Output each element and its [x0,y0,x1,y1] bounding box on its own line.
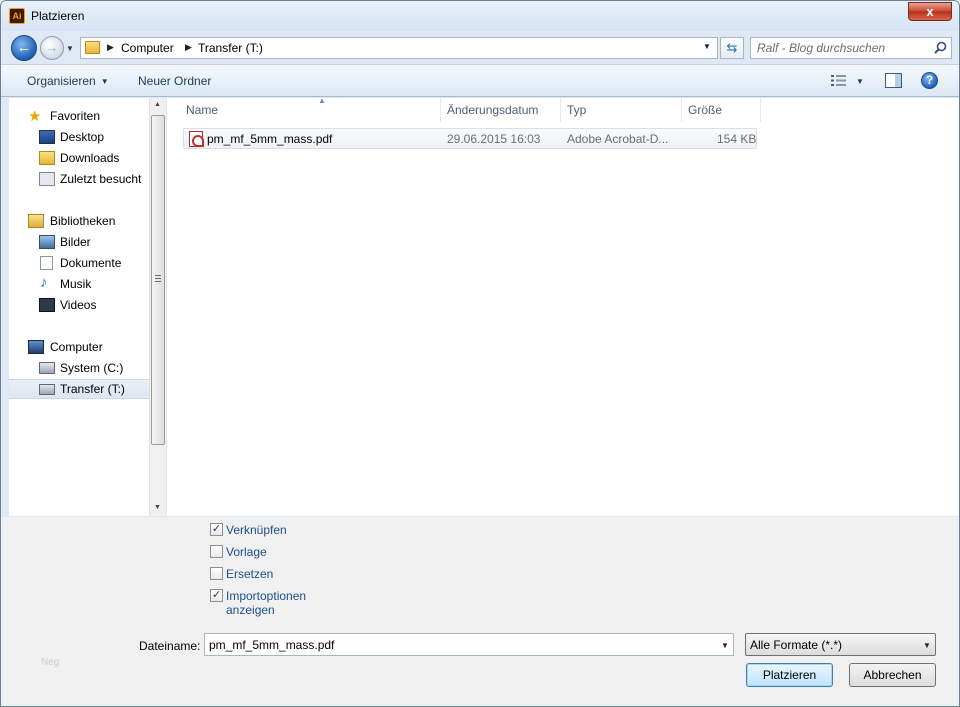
search-input[interactable] [757,40,927,56]
chevron-down-icon[interactable]: ▼ [856,77,864,86]
filename-label: Dateiname: [139,639,201,653]
grip-icon [155,275,161,282]
breadcrumb-computer[interactable]: Computer [121,41,174,55]
help-icon[interactable]: ? [921,72,938,89]
checkbox-icon[interactable] [210,545,223,558]
checkbox-icon[interactable] [210,567,223,580]
views-icon[interactable] [831,74,847,87]
arrow-left-icon: ← [16,39,32,56]
refresh-icon: ⇆ [726,40,738,55]
options-area: ✓ Verknüpfen Vorlage Ersetzen ✓ Importop… [1,517,959,706]
navigation-scrollbar[interactable]: ▲ ▼ [149,98,166,516]
recent-pages-dropdown[interactable]: ▼ [66,44,74,53]
network-drive-icon [39,384,55,395]
computer-icon [28,340,44,354]
sidebar-item-favorites[interactable]: ★ Favoriten [9,106,149,126]
file-modified: 29.06.2015 16:03 [447,132,541,146]
scroll-down-icon[interactable]: ▼ [154,504,161,511]
organize-menu[interactable]: Organisieren ▼ [27,74,109,88]
chevron-down-icon[interactable]: ▼ [703,42,711,51]
folder-icon [85,41,100,54]
chevron-down-icon: ▼ [66,44,74,53]
sidebar-item-recent[interactable]: Zuletzt besucht [9,169,149,189]
close-button[interactable]: x [908,2,952,21]
chevron-down-icon[interactable]: ▼ [721,641,729,650]
file-row[interactable]: pm_mf_5mm_mass.pdf 29.06.2015 16:03 Adob… [183,128,757,149]
drive-icon [39,362,55,374]
filename-input[interactable] [209,637,709,653]
desktop-icon [39,130,55,144]
file-name: pm_mf_5mm_mass.pdf [207,132,333,146]
file-type-select[interactable]: Alle Formate (*.*) ▼ [745,633,936,656]
documents-icon [40,256,53,270]
sidebar-item-libraries[interactable]: Bibliotheken [9,211,149,231]
file-type: Adobe Acrobat-D... [567,132,669,146]
libraries-icon [28,214,44,228]
sidebar-item-desktop[interactable]: Desktop [9,127,149,147]
scroll-up-icon[interactable]: ▲ [154,101,161,108]
search-icon[interactable] [934,41,947,54]
chevron-down-icon: ▼ [100,77,109,86]
chevron-down-icon: ▼ [923,641,931,650]
breadcrumb-arrow-icon[interactable]: ▶ [107,42,114,53]
forward-button[interactable]: → [40,36,64,60]
file-list: ▲ Name Änderungsdatum Typ Größe pm_mf_5m… [167,96,959,516]
illustrator-app-icon: Ai [9,8,25,24]
title-bar: Ai Platzieren x [1,1,959,31]
sidebar-item-downloads[interactable]: Downloads [9,148,149,168]
column-divider[interactable] [760,98,761,122]
back-button[interactable]: ← [11,35,37,61]
pictures-icon [39,235,55,249]
filename-combobox[interactable]: ▼ [204,633,734,656]
arrow-right-icon: → [45,40,59,55]
sidebar-item-pictures[interactable]: Bilder [9,232,149,252]
sidebar-item-videos[interactable]: Videos [9,295,149,315]
sidebar-item-computer[interactable]: Computer [9,337,149,357]
sidebar-item-music[interactable]: ♪ Musik [9,274,149,294]
sort-ascending-icon: ▲ [318,96,326,105]
pdf-file-icon [189,131,204,147]
refresh-button[interactable]: ⇆ [720,37,744,59]
address-bar[interactable]: ▶ Computer ▶ Transfer (T:) ▼ [80,37,718,59]
downloads-folder-icon [39,151,55,165]
window-title: Platzieren [31,9,85,23]
column-header-name[interactable]: ▲ Name [180,96,440,122]
place-button[interactable]: Platzieren [746,663,833,687]
sidebar-item-documents[interactable]: Dokumente [9,253,149,273]
faint-label: Neg [41,657,60,668]
command-toolbar: Organisieren ▼ Neuer Ordner ▼ ? [1,64,959,97]
checkbox-checked-icon[interactable]: ✓ [210,523,223,536]
preview-pane-icon[interactable] [885,73,902,88]
place-dialog: Ai Platzieren x ← → ▼ ▶ Computer ▶ Trans… [0,0,960,707]
scrollbar-thumb[interactable] [151,115,165,445]
navigation-pane: ★ Favoriten Desktop Downloads Zuletzt be… [9,98,149,516]
new-folder-button[interactable]: Neuer Ordner [138,74,211,88]
search-box[interactable] [750,37,952,59]
breadcrumb-transfer[interactable]: Transfer (T:) [198,41,263,55]
navigation-bar: ← → ▼ ▶ Computer ▶ Transfer (T:) ▼ ⇆ [1,31,959,64]
sidebar-item-transfer-drive[interactable]: Transfer (T:) [9,379,149,399]
column-header-type[interactable]: Typ [561,98,681,122]
column-header-modified[interactable]: Änderungsdatum [441,98,561,122]
file-size: 154 KB [717,132,757,146]
recent-places-icon [39,172,55,186]
star-icon: ★ [28,108,42,125]
column-header-size[interactable]: Größe [682,98,760,122]
breadcrumb-arrow-icon[interactable]: ▶ [185,42,192,53]
videos-icon [39,298,55,312]
sidebar-item-system-drive[interactable]: System (C:) [9,358,149,378]
checkbox-checked-icon[interactable]: ✓ [210,589,223,602]
music-note-icon: ♪ [40,274,48,291]
cancel-button[interactable]: Abbrechen [849,663,936,687]
